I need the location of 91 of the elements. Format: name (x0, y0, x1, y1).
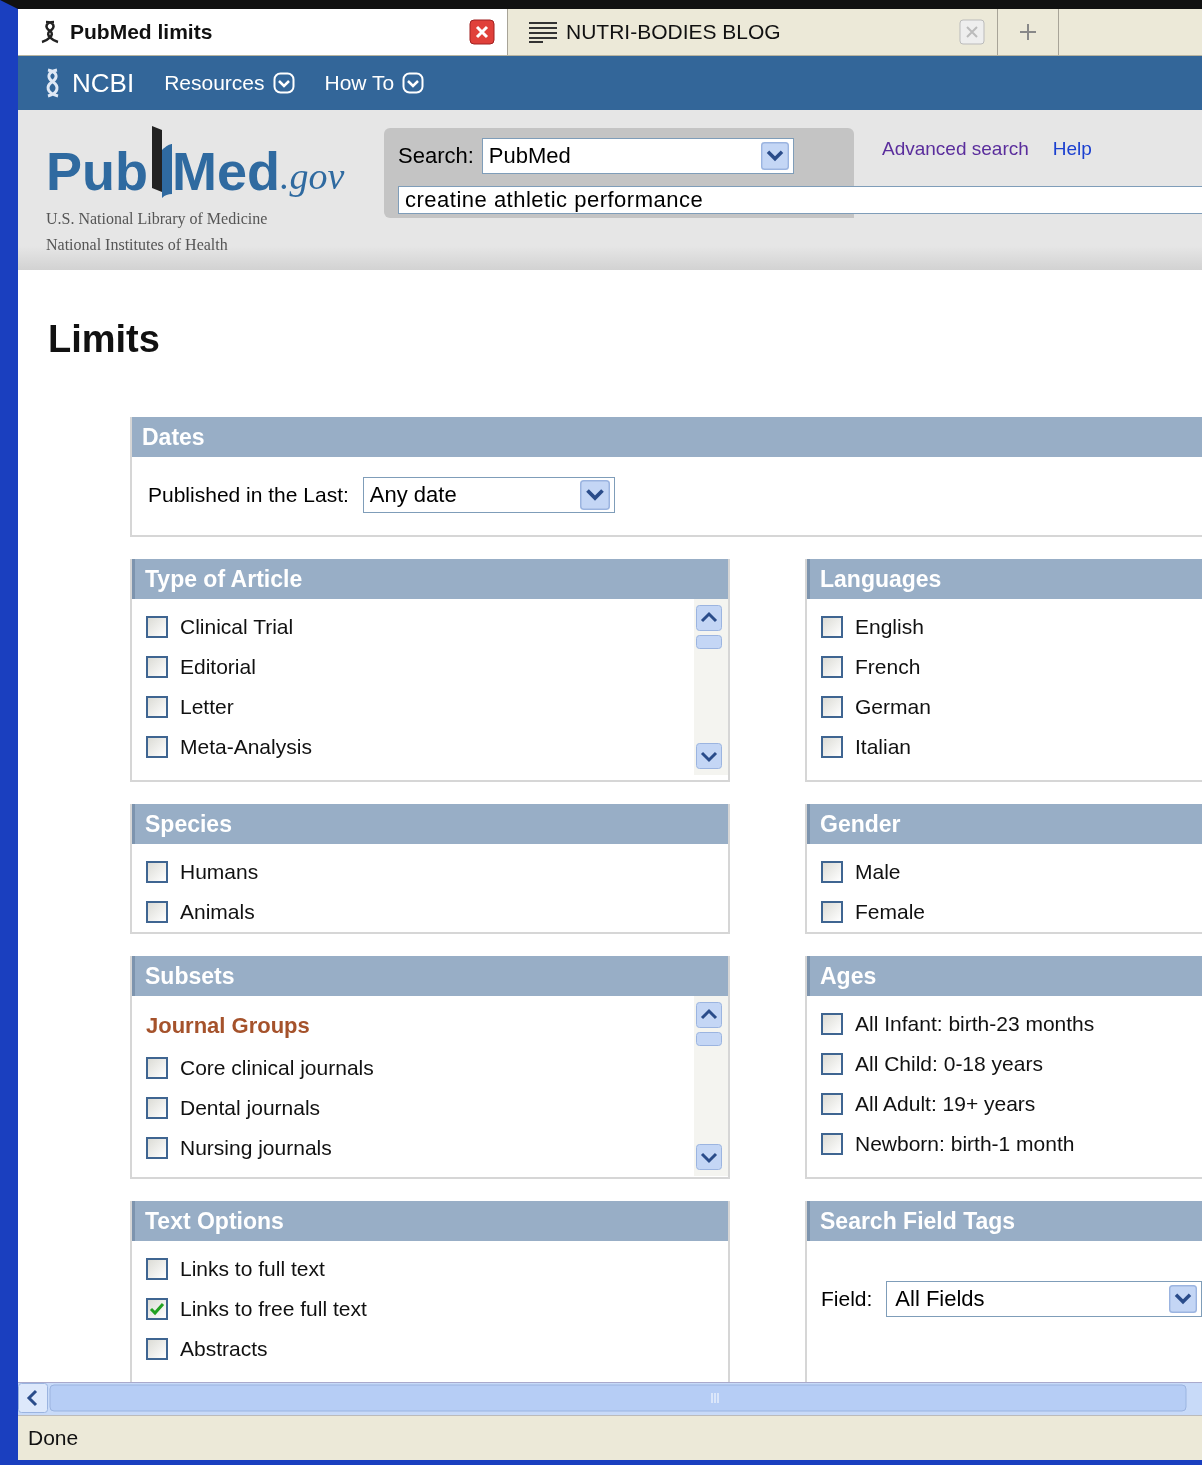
database-select[interactable]: PubMed (481, 138, 794, 174)
option-label: German (855, 695, 931, 719)
panel-heading: Species (132, 804, 728, 844)
status-text: Done (28, 1426, 79, 1450)
logo-text: .gov (280, 156, 345, 198)
checkbox[interactable] (821, 696, 843, 718)
caret-icon (1169, 1285, 1198, 1313)
menu-link[interactable]: Resources (164, 71, 295, 95)
chevron-icon (402, 72, 425, 94)
panel-heading: Gender (807, 804, 1202, 844)
scroll-up-icon[interactable] (696, 1002, 722, 1028)
browser-tab[interactable]: PubMed limits (18, 9, 508, 55)
panel-heading: Type of Article (132, 559, 728, 599)
caret-icon (760, 142, 789, 170)
option-label: Male (855, 860, 901, 884)
checkbox[interactable] (146, 861, 168, 883)
search-field[interactable]: creatine athletic performance (398, 186, 1202, 214)
menu-link[interactable]: How To (324, 71, 425, 95)
checkbox[interactable] (146, 1057, 168, 1079)
checkbox[interactable] (146, 901, 168, 923)
option-label: Female (855, 900, 926, 924)
option-label: Links to free full text (180, 1297, 367, 1321)
page-icon (528, 20, 558, 44)
panel-heading: Text Options (132, 1201, 728, 1241)
option-label: Editorial (180, 655, 256, 679)
option-label: Links to full text (180, 1257, 325, 1281)
group-heading: Journal Groups (146, 1012, 311, 1040)
logo-text: Med (172, 144, 280, 198)
close-icon[interactable] (469, 19, 495, 45)
option-label: Core clinical journals (180, 1056, 374, 1080)
option-label: Abstracts (180, 1337, 268, 1361)
checkbox[interactable] (821, 1053, 843, 1075)
option-label: Meta-Analysis (180, 735, 312, 759)
link[interactable]: Advanced search (882, 138, 1029, 186)
search-label: Search: (398, 143, 474, 169)
checkbox[interactable] (821, 656, 843, 678)
panel-heading: Subsets (132, 956, 728, 996)
checkbox[interactable] (146, 696, 168, 718)
option-label: Animals (180, 900, 255, 924)
scroll-up-icon[interactable] (696, 605, 722, 631)
option-label: All Infant: birth-23 months (855, 1012, 1095, 1036)
chevron-icon (272, 72, 295, 94)
checkbox[interactable] (821, 1093, 843, 1115)
panel-heading: Ages (807, 956, 1202, 996)
checkbox[interactable] (146, 1298, 168, 1320)
panel-heading: Search Field Tags (807, 1201, 1202, 1241)
option-label: Letter (180, 695, 234, 719)
scrollbar-thumb[interactable] (48, 1383, 1188, 1413)
checkbox[interactable] (821, 1013, 843, 1035)
checkbox[interactable] (821, 901, 843, 923)
panel-heading: Dates (132, 417, 1202, 457)
checkbox[interactable] (821, 736, 843, 758)
scrollbar-thumb[interactable] (696, 1032, 722, 1046)
option-label: Newborn: birth-1 month (855, 1132, 1075, 1156)
checkbox[interactable] (821, 861, 843, 883)
page-title: Limits (48, 318, 161, 361)
field-label: Published in the Last: (148, 483, 349, 507)
option-label: All Child: 0-18 years (855, 1052, 1043, 1076)
plus-icon[interactable] (1018, 22, 1038, 42)
checkbox[interactable] (146, 1137, 168, 1159)
field-select[interactable]: All Fields (886, 1281, 1202, 1317)
tagline: National Institutes of Health (46, 235, 229, 255)
panel-heading: Languages (807, 559, 1202, 599)
logo-text: Pub (46, 144, 148, 198)
field-label: Field: (821, 1287, 873, 1311)
scroll-left-icon[interactable] (18, 1383, 48, 1413)
tagline: U.S. National Library of Medicine (46, 209, 269, 230)
caret-icon (579, 480, 610, 510)
checkbox[interactable] (146, 1258, 168, 1280)
ncbi-logo[interactable]: NCBI (72, 67, 135, 99)
checkbox[interactable] (146, 1338, 168, 1360)
checkbox[interactable] (821, 1133, 843, 1155)
link[interactable]: Help (1052, 138, 1092, 186)
option-label: Italian (855, 735, 912, 759)
option-label: All Adult: 19+ years (855, 1092, 1036, 1116)
scroll-down-icon[interactable] (696, 1144, 722, 1170)
date-select[interactable]: Any date (362, 477, 615, 513)
checkbox[interactable] (146, 616, 168, 638)
browser-tab[interactable]: NUTRI-BODIES BLOG (508, 9, 998, 55)
checkbox[interactable] (146, 736, 168, 758)
checkbox[interactable] (146, 656, 168, 678)
checkbox[interactable] (821, 616, 843, 638)
scrollbar-thumb[interactable] (696, 635, 722, 649)
checkbox[interactable] (146, 1097, 168, 1119)
option-label: Nursing journals (180, 1136, 332, 1160)
option-label: Clinical Trial (180, 615, 294, 639)
option-label: Dental journals (180, 1096, 321, 1120)
scroll-down-icon[interactable] (696, 743, 722, 769)
option-label: English (855, 615, 924, 639)
option-label: French (855, 655, 921, 679)
option-label: Humans (180, 860, 259, 884)
